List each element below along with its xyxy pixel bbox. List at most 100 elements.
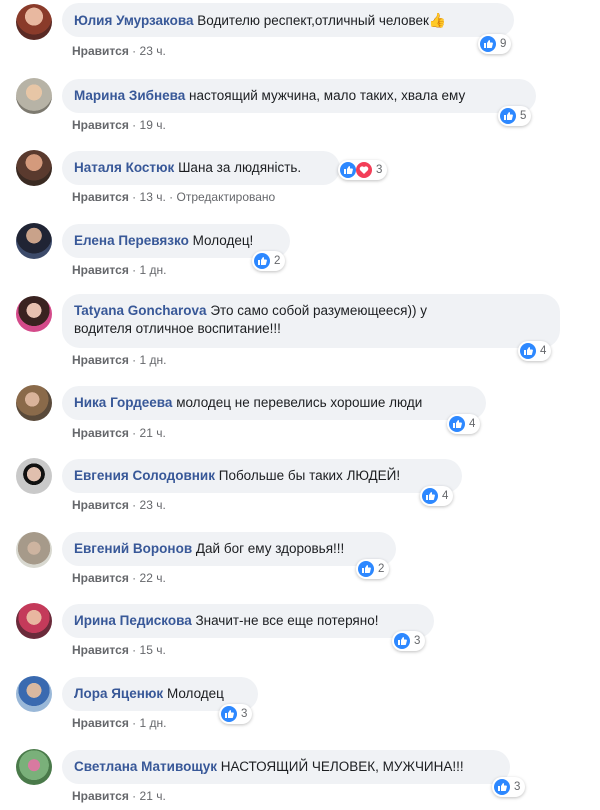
separator: ·: [132, 498, 137, 512]
avatar[interactable]: [16, 223, 52, 259]
avatar[interactable]: [16, 603, 52, 639]
comment-meta: Нравится · 13 ч. · Отредактировано: [72, 190, 275, 204]
reaction-count[interactable]: 3: [492, 777, 526, 797]
separator: ·: [132, 44, 137, 58]
reaction-count[interactable]: 4: [447, 414, 481, 434]
comment-author[interactable]: Лора Яценюк: [74, 686, 163, 701]
comment-time[interactable]: 21 ч.: [140, 789, 166, 803]
comment-meta: Нравится · 1 дн.: [72, 716, 167, 730]
separator: ·: [132, 118, 137, 132]
like-reaction-icon: [449, 416, 465, 432]
like-link[interactable]: Нравится: [72, 263, 129, 277]
avatar[interactable]: [16, 532, 52, 568]
reaction-count[interactable]: 4: [518, 341, 552, 361]
avatar[interactable]: [16, 385, 52, 421]
comment-bubble: Юлия Умурзакова Водителю респект,отличны…: [62, 3, 514, 37]
reaction-count[interactable]: 3: [338, 160, 388, 180]
comment-author[interactable]: Светлана Мативощук: [74, 759, 217, 774]
like-reaction-icon: [340, 162, 356, 178]
comment-text: Шана за людяність.: [178, 160, 302, 175]
comment-time[interactable]: 22 ч.: [140, 571, 166, 585]
like-reaction-icon: [500, 108, 516, 124]
like-link[interactable]: Нравится: [72, 44, 129, 58]
like-link[interactable]: Нравится: [72, 716, 129, 730]
comment-text: Значит-не все еще потеряно!: [195, 613, 379, 628]
comment-meta: Нравится · 21 ч.: [72, 426, 166, 440]
comment-bubble: Ника Гордеева молодец не перевелись хоро…: [62, 386, 486, 420]
separator: ·: [169, 190, 174, 204]
avatar[interactable]: [16, 458, 52, 494]
comment-time[interactable]: 21 ч.: [140, 426, 166, 440]
like-reaction-icon: [254, 253, 270, 269]
comment-bubble: Светлана Мативощук НАСТОЯЩИЙ ЧЕЛОВЕК, МУ…: [62, 750, 510, 784]
comment-time[interactable]: 19 ч.: [140, 118, 166, 132]
separator: ·: [132, 789, 137, 803]
separator: ·: [132, 643, 137, 657]
comment-author[interactable]: Елена Перевязко: [74, 233, 189, 248]
reaction-number: 4: [540, 345, 547, 357]
reaction-number: 3: [376, 164, 383, 176]
comment-author[interactable]: Ника Гордеева: [74, 395, 172, 410]
comment-time[interactable]: 23 ч.: [140, 44, 166, 58]
comment-author[interactable]: Tatyana Goncharova: [74, 303, 207, 318]
comment-time[interactable]: 15 ч.: [140, 643, 166, 657]
comment-text: Побольше бы таких ЛЮДЕЙ!: [218, 468, 401, 483]
comment-text: Это само собой разумеющееся)) у: [210, 303, 427, 318]
reaction-count[interactable]: 2: [356, 559, 390, 579]
like-link[interactable]: Нравится: [72, 190, 129, 204]
reaction-number: 4: [469, 418, 476, 430]
comment-author[interactable]: Наталя Костюк: [74, 160, 174, 175]
comment-time[interactable]: 1 дн.: [140, 716, 167, 730]
avatar[interactable]: [16, 4, 52, 40]
avatar[interactable]: [16, 749, 52, 785]
avatar[interactable]: [16, 296, 52, 332]
reaction-number: 9: [500, 38, 507, 50]
comment-bubble: Марина Зибнева настоящий мужчина, мало т…: [62, 79, 536, 113]
comment-author[interactable]: Марина Зибнева: [74, 88, 185, 103]
comment-meta: Нравится · 23 ч.: [72, 44, 166, 58]
reaction-count[interactable]: 3: [392, 631, 426, 651]
comment-bubble: Евгения Солодовник Побольше бы таких ЛЮД…: [62, 459, 462, 493]
like-reaction-icon: [358, 561, 374, 577]
comment-meta: Нравится · 22 ч.: [72, 571, 166, 585]
avatar[interactable]: [16, 676, 52, 712]
reaction-number: 2: [378, 563, 385, 575]
comment-meta: Нравится · 15 ч.: [72, 643, 166, 657]
reaction-count[interactable]: 4: [420, 486, 454, 506]
like-link[interactable]: Нравится: [72, 353, 129, 367]
reaction-count[interactable]: 3: [219, 704, 253, 724]
comment-bubble: Ирина Педискова Значит-не все еще потеря…: [62, 604, 434, 638]
reaction-number: 5: [520, 110, 527, 122]
reaction-count[interactable]: 9: [478, 34, 512, 54]
love-reaction-icon: [356, 162, 372, 178]
comment-author[interactable]: Евгения Солодовник: [74, 468, 215, 483]
reaction-number: 3: [241, 708, 248, 720]
comment-text: Водителю респект,отличный человек: [197, 13, 429, 28]
comment-time[interactable]: 23 ч.: [140, 498, 166, 512]
comment-author[interactable]: Евгений Воронов: [74, 541, 192, 556]
reaction-number: 4: [442, 490, 449, 502]
edited-label[interactable]: Отредактировано: [176, 190, 275, 204]
comment-author[interactable]: Юлия Умурзакова: [74, 13, 194, 28]
like-link[interactable]: Нравится: [72, 118, 129, 132]
avatar[interactable]: [16, 150, 52, 186]
like-link[interactable]: Нравится: [72, 643, 129, 657]
reaction-number: 3: [414, 635, 421, 647]
reaction-number: 3: [514, 781, 521, 793]
like-link[interactable]: Нравится: [72, 426, 129, 440]
comment-author[interactable]: Ирина Педискова: [74, 613, 192, 628]
comment-meta: Нравится · 19 ч.: [72, 118, 166, 132]
comment-time[interactable]: 1 дн.: [140, 353, 167, 367]
reaction-count[interactable]: 5: [498, 106, 532, 126]
comment-text: настоящий мужчина, мало таких, хвала ему: [189, 88, 466, 103]
like-link[interactable]: Нравится: [72, 498, 129, 512]
comment-meta: Нравится · 23 ч.: [72, 498, 166, 512]
comment-time[interactable]: 13 ч.: [140, 190, 166, 204]
avatar[interactable]: [16, 78, 52, 114]
like-link[interactable]: Нравится: [72, 789, 129, 803]
comment-bubble: Евгений Воронов Дай бог ему здоровья!!!: [62, 532, 396, 566]
like-link[interactable]: Нравится: [72, 571, 129, 585]
reaction-count[interactable]: 2: [252, 251, 286, 271]
comment-time[interactable]: 1 дн.: [140, 263, 167, 277]
separator: ·: [132, 263, 137, 277]
